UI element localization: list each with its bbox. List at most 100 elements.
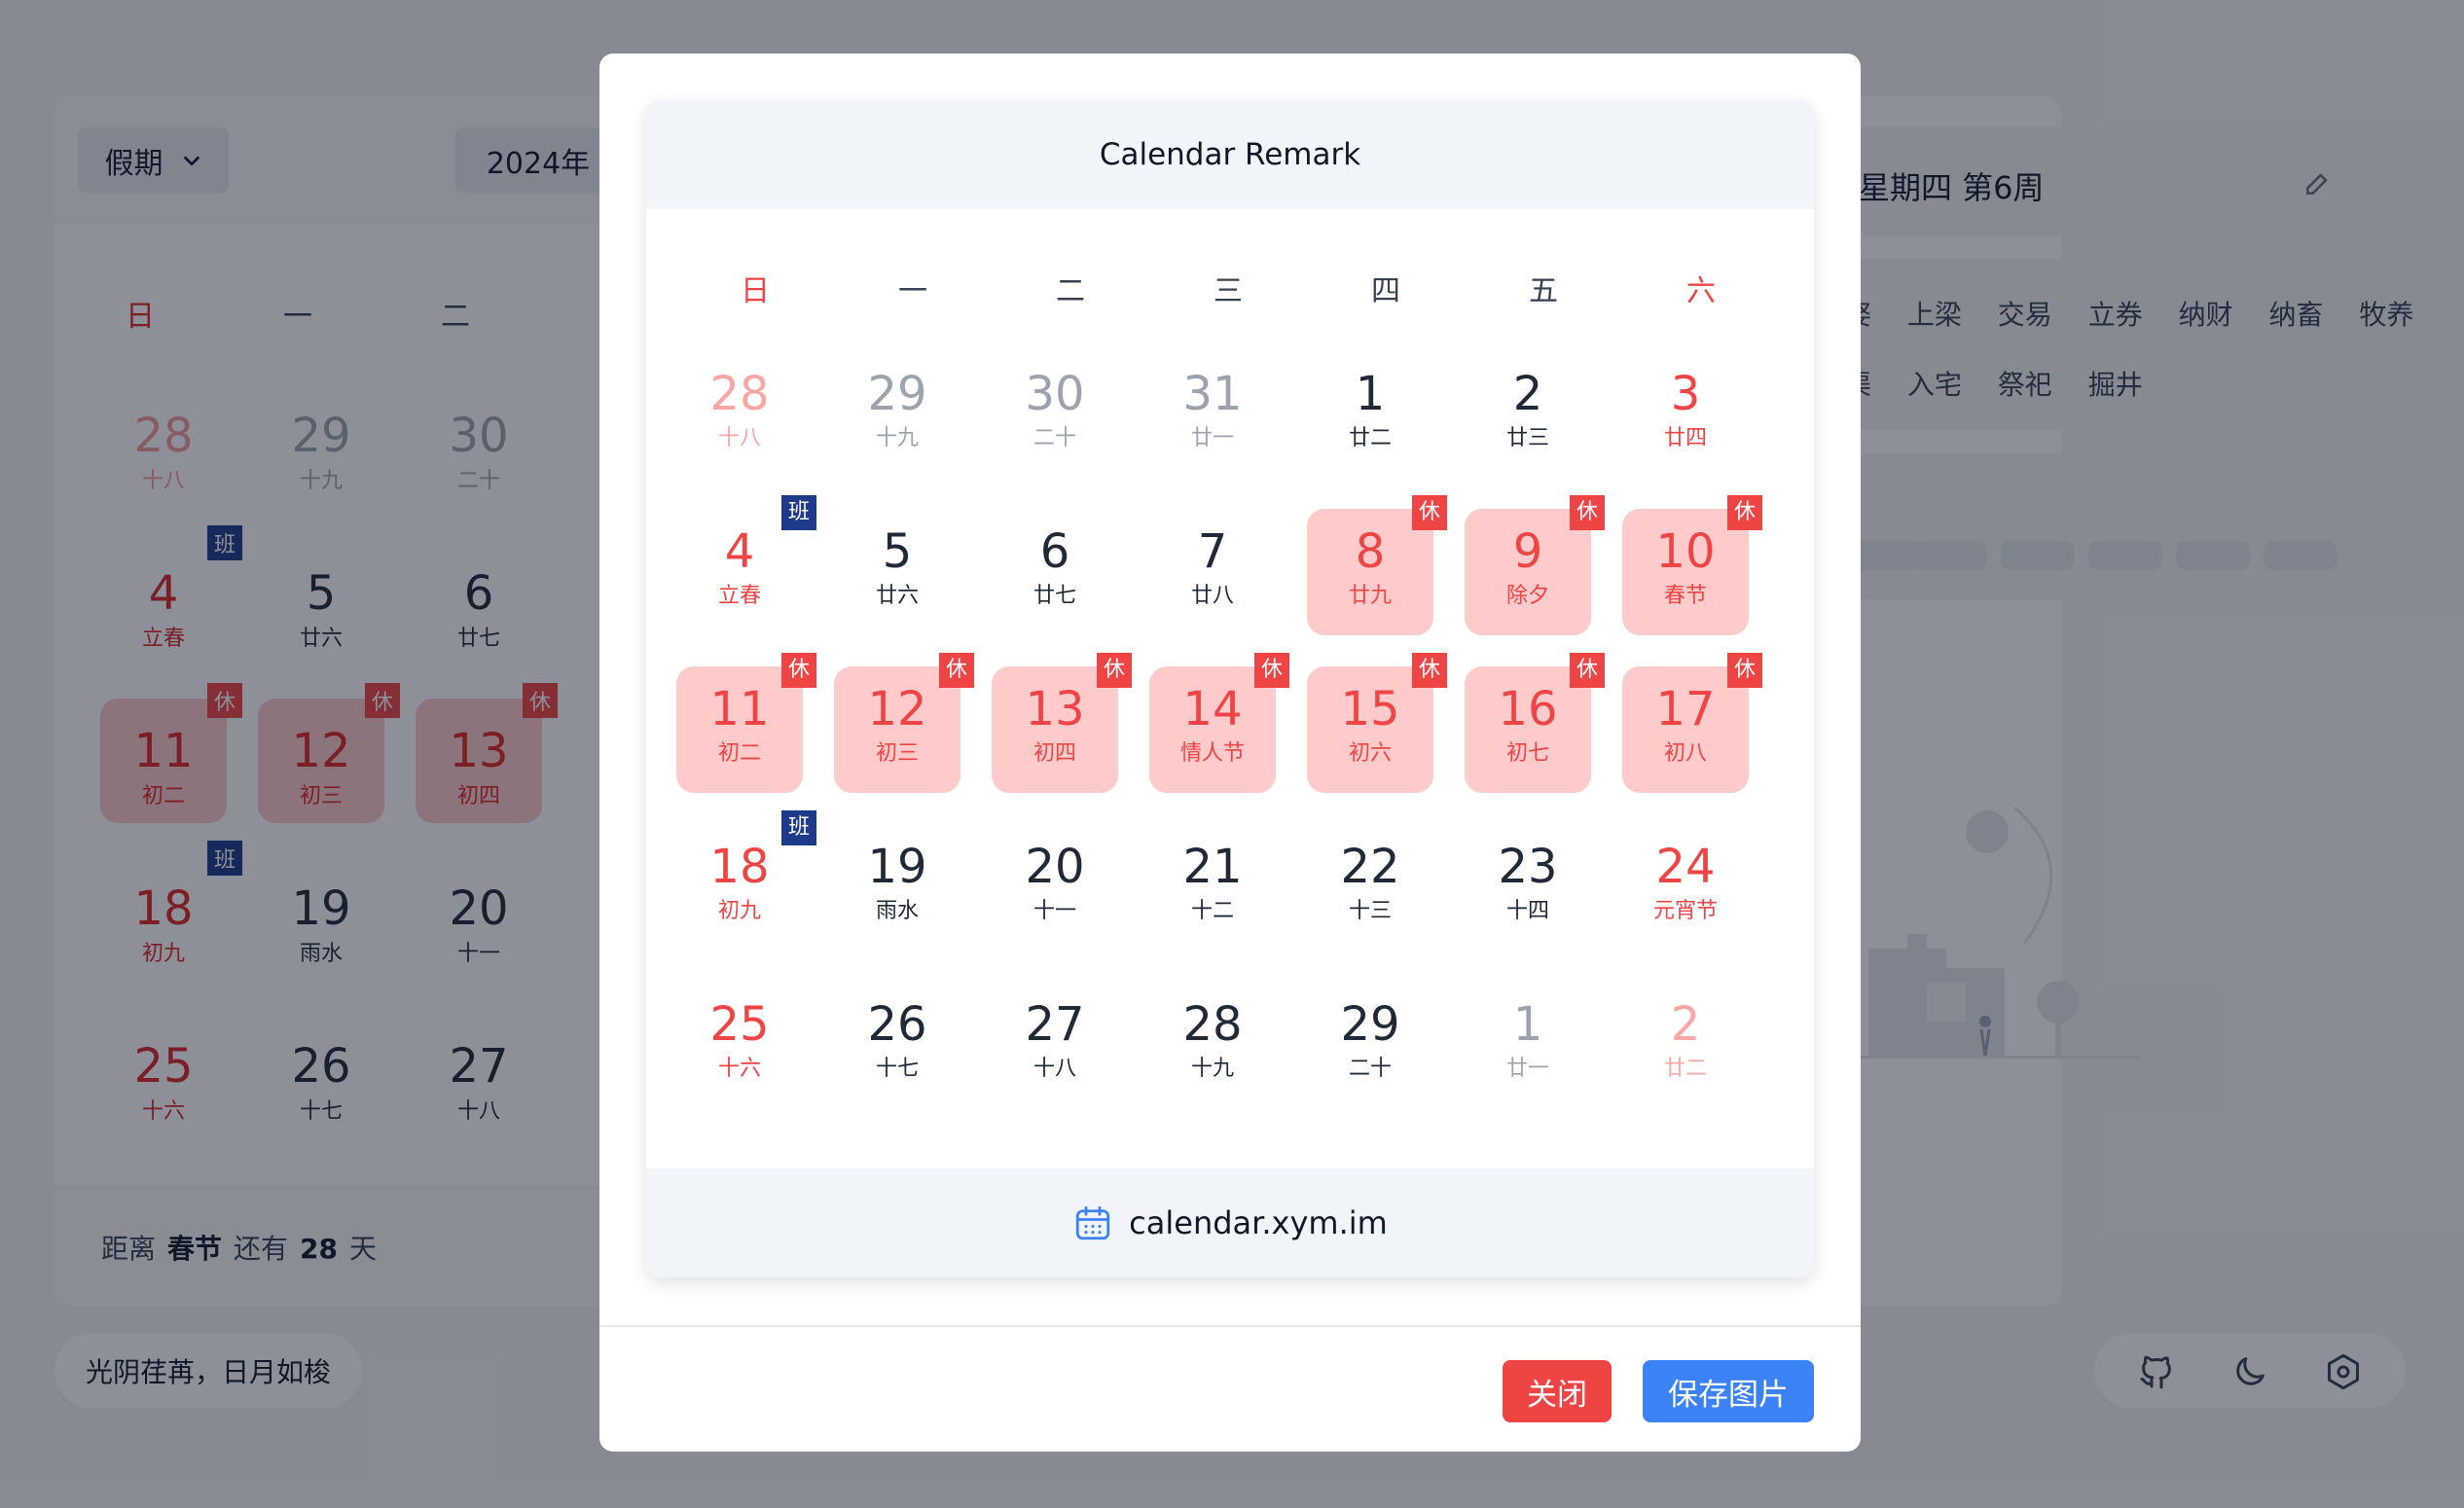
lunar-label: 十九 — [1190, 1057, 1234, 1081]
day-number: 18 — [709, 840, 770, 894]
lunar-label: 十二 — [1190, 899, 1234, 923]
lunar-label: 十七 — [875, 1057, 919, 1081]
lunar-label: 春节 — [1663, 584, 1707, 608]
day-cell[interactable]: 8 廿九 休 — [1307, 495, 1447, 635]
day-cell[interactable]: 4 立春 班 — [676, 495, 816, 635]
workday-badge: 班 — [781, 810, 816, 845]
day-cell[interactable]: 15 初六 休 — [1307, 653, 1447, 793]
day-number: 30 — [1025, 367, 1085, 421]
day-cell[interactable]: 13 初四 休 — [992, 653, 1132, 793]
day-cell[interactable]: 14 情人节 休 — [1149, 653, 1289, 793]
day-cell[interactable]: 5 廿六 — [834, 509, 960, 635]
lunar-label: 廿八 — [1190, 584, 1234, 608]
day-cell[interactable]: 16 初七 休 — [1465, 653, 1605, 793]
day-cell[interactable]: 25 十六 — [676, 982, 803, 1108]
day-cell[interactable]: 30 二十 — [992, 351, 1118, 478]
day-cell[interactable]: 2 廿三 — [1465, 351, 1591, 478]
day-number: 3 — [1670, 367, 1701, 421]
day-number: 8 — [1355, 524, 1386, 579]
workday-badge: 班 — [781, 495, 816, 530]
day-cell[interactable]: 19 雨水 — [834, 824, 960, 951]
day-cell[interactable]: 1 廿一 — [1465, 982, 1591, 1108]
lunar-label: 元宵节 — [1652, 899, 1718, 923]
day-number: 13 — [1025, 682, 1085, 736]
day-cell[interactable]: 1 廿二 — [1307, 351, 1433, 478]
day-number: 28 — [1182, 997, 1243, 1052]
day-number: 6 — [1039, 524, 1070, 579]
close-button[interactable]: 关闭 — [1503, 1360, 1612, 1422]
rest-badge: 休 — [1412, 653, 1447, 688]
lunar-label: 初七 — [1505, 741, 1549, 766]
rest-badge: 休 — [781, 653, 816, 688]
day-cell[interactable]: 10 春节 休 — [1622, 495, 1762, 635]
day-number: 22 — [1340, 840, 1400, 894]
lunar-label: 廿七 — [1033, 584, 1076, 608]
calendar-icon — [1076, 1205, 1110, 1240]
lunar-label: 情人节 — [1179, 741, 1245, 766]
day-cell[interactable]: 24 元宵节 — [1622, 824, 1749, 951]
day-number: 31 — [1182, 367, 1243, 421]
day-cell[interactable]: 18 初九 班 — [676, 810, 816, 951]
day-cell[interactable]: 26 十七 — [834, 982, 960, 1108]
day-number: 20 — [1025, 840, 1085, 894]
day-cell[interactable]: 3 廿四 — [1622, 351, 1749, 478]
lunar-label: 十一 — [1033, 899, 1076, 923]
day-number: 1 — [1512, 997, 1543, 1052]
weekday-header: 四 — [1371, 274, 1400, 308]
lunar-label: 十四 — [1505, 899, 1549, 923]
lunar-label: 初九 — [717, 899, 761, 923]
day-number: 29 — [1340, 997, 1400, 1052]
lunar-label: 十八 — [1033, 1057, 1076, 1081]
preview-title: Calendar Remark — [646, 100, 1814, 209]
weekday-header: 五 — [1529, 274, 1558, 308]
lunar-label: 立春 — [717, 584, 761, 608]
day-cell[interactable]: 6 廿七 — [992, 509, 1118, 635]
day-cell[interactable]: 22 十三 — [1307, 824, 1433, 951]
day-number: 26 — [867, 997, 927, 1052]
day-cell[interactable]: 20 十一 — [992, 824, 1118, 951]
day-cell[interactable]: 31 廿一 — [1149, 351, 1276, 478]
day-cell[interactable]: 21 十二 — [1149, 824, 1276, 951]
day-cell[interactable]: 29 二十 — [1307, 982, 1433, 1108]
day-cell[interactable]: 12 初三 休 — [834, 653, 974, 793]
lunar-label: 廿三 — [1505, 426, 1549, 450]
lunar-label: 廿四 — [1663, 426, 1707, 450]
lunar-label: 廿一 — [1505, 1057, 1549, 1081]
lunar-label: 雨水 — [875, 899, 919, 923]
rest-badge: 休 — [1254, 653, 1289, 688]
lunar-label: 除夕 — [1505, 584, 1549, 608]
lunar-label: 十三 — [1348, 899, 1392, 923]
day-cell[interactable]: 28 十八 — [676, 351, 803, 478]
lunar-label: 十六 — [717, 1057, 761, 1081]
day-number: 2 — [1670, 997, 1701, 1052]
day-number: 15 — [1340, 682, 1400, 736]
lunar-label: 廿一 — [1190, 426, 1234, 450]
rest-badge: 休 — [1727, 653, 1762, 688]
day-number: 28 — [709, 367, 770, 421]
calendar-preview-card: Calendar Remark 日 一 二 三 四 五 六 28 十八 29 十九 30… — [646, 100, 1814, 1277]
save-image-button[interactable]: 保存图片 — [1643, 1360, 1814, 1422]
weekday-header: 六 — [1686, 274, 1716, 308]
day-number: 9 — [1512, 524, 1543, 579]
day-number: 21 — [1182, 840, 1243, 894]
lunar-label: 初六 — [1348, 741, 1392, 766]
lunar-label: 廿二 — [1348, 426, 1392, 450]
lunar-label: 二十 — [1033, 426, 1076, 450]
lunar-label: 廿二 — [1663, 1057, 1707, 1081]
lunar-label: 初三 — [875, 741, 919, 766]
day-number: 17 — [1655, 682, 1716, 736]
day-cell[interactable]: 7 廿八 — [1149, 509, 1276, 635]
day-cell[interactable]: 23 十四 — [1465, 824, 1591, 951]
lunar-label: 十九 — [875, 426, 919, 450]
day-cell[interactable]: 29 十九 — [834, 351, 960, 478]
day-number: 16 — [1498, 682, 1558, 736]
day-cell[interactable]: 27 十八 — [992, 982, 1118, 1108]
rest-badge: 休 — [1570, 653, 1605, 688]
day-cell[interactable]: 28 十九 — [1149, 982, 1276, 1108]
day-number: 11 — [709, 682, 770, 736]
day-cell[interactable]: 11 初二 休 — [676, 653, 816, 793]
day-cell[interactable]: 2 廿二 — [1622, 982, 1749, 1108]
day-cell[interactable]: 9 除夕 休 — [1465, 495, 1605, 635]
weekday-header: 一 — [898, 274, 927, 308]
day-cell[interactable]: 17 初八 休 — [1622, 653, 1762, 793]
